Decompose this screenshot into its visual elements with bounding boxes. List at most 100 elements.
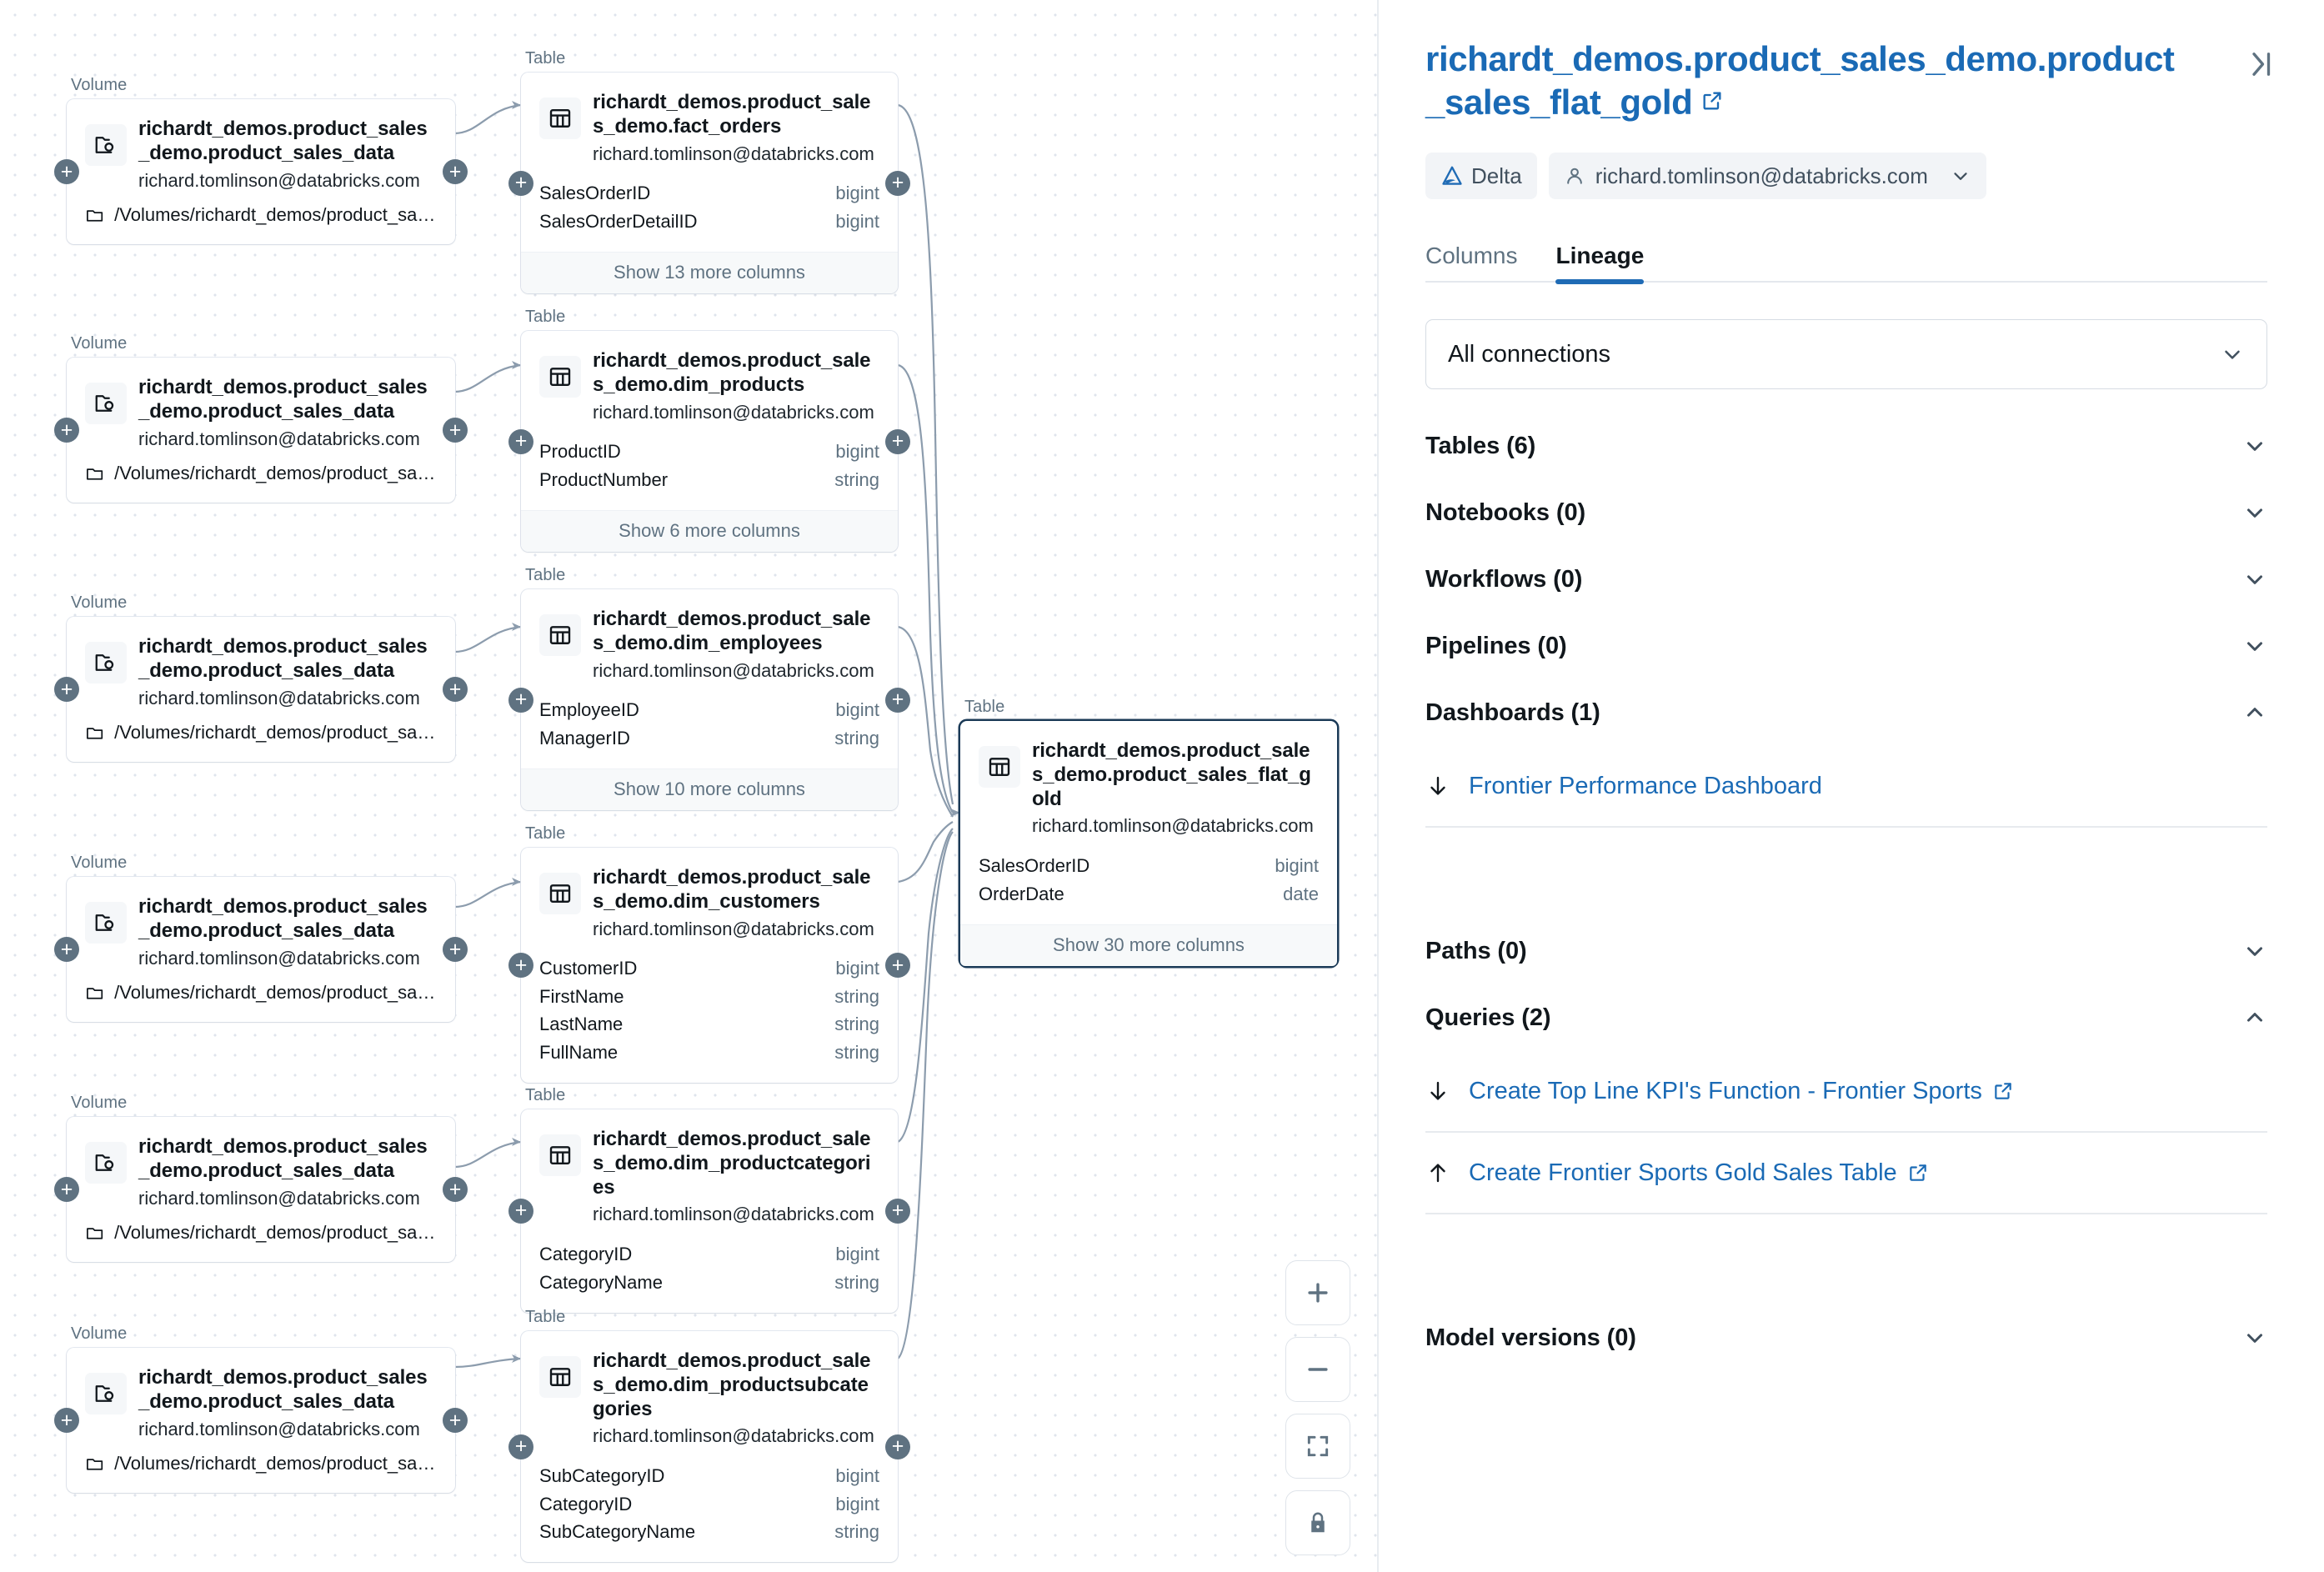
- volume-node-path: /Volumes/richardt_demos/product_sales_d.…: [67, 1448, 455, 1493]
- table-node-fact-orders[interactable]: Table + + richardt_demos.product_sales_d…: [508, 50, 910, 294]
- volume-node[interactable]: Volume + + richardt_demos.product_sales_…: [54, 1325, 468, 1494]
- query-link[interactable]: Create Frontier Sports Gold Sales Table: [1469, 1159, 1929, 1187]
- table-column-row: SalesOrderID bigint: [979, 852, 1319, 879]
- table-node-dim-employees[interactable]: Table + + richardt_demos.product_sales_d…: [508, 567, 910, 811]
- owner-badge[interactable]: richard.tomlinson@databricks.com: [1548, 153, 1986, 200]
- node-output-handle[interactable]: +: [443, 418, 468, 443]
- user-icon: [1566, 168, 1582, 184]
- lineage-canvas[interactable]: Volume + + richardt_demos.product_sales_…: [0, 0, 1379, 1572]
- table-node-card[interactable]: + + richardt_demos.product_sales_demo.di…: [508, 848, 910, 1084]
- external-link-icon[interactable]: [1700, 80, 1724, 122]
- section-label: Tables (6): [1425, 432, 1536, 459]
- selected-table-node-card[interactable]: richardt_demos.product_sales_demo.produc…: [960, 721, 1337, 966]
- table-node-dim-productcategories[interactable]: Table + + richardt_demos.product_sales_d…: [508, 1087, 910, 1313]
- node-input-handle[interactable]: +: [508, 1434, 533, 1459]
- section-model-versions[interactable]: Model versions (0): [1425, 1304, 2267, 1371]
- volume-node-card[interactable]: + + richardt_demos.product_sales_demo.pr…: [54, 99, 468, 245]
- owner-dropdown-button[interactable]: [1941, 153, 1980, 199]
- node-input-handle[interactable]: +: [508, 428, 533, 454]
- volume-node[interactable]: Volume + + richardt_demos.product_sales_…: [54, 77, 468, 245]
- volume-node[interactable]: Volume + + richardt_demos.product_sales_…: [54, 854, 468, 1023]
- node-output-handle[interactable]: +: [885, 687, 910, 713]
- node-output-handle[interactable]: +: [885, 170, 910, 196]
- zoom-out-button[interactable]: [1285, 1337, 1350, 1402]
- show-more-columns-button[interactable]: Show 30 more columns: [960, 924, 1337, 966]
- node-output-handle[interactable]: +: [443, 1177, 468, 1203]
- volume-node-card[interactable]: + + richardt_demos.product_sales_demo.pr…: [54, 617, 468, 763]
- table-node-card[interactable]: + + richardt_demos.product_sales_demo.di…: [508, 1331, 910, 1563]
- node-input-handle[interactable]: +: [508, 953, 533, 979]
- table-node-owner: richard.tomlinson@databricks.com: [593, 659, 874, 681]
- page-title[interactable]: richardt_demos.product_sales_demo.produc…: [1425, 38, 2192, 123]
- tab-columns[interactable]: Columns: [1425, 243, 1517, 283]
- fit-view-button[interactable]: [1285, 1414, 1350, 1479]
- tab-lineage[interactable]: Lineage: [1555, 243, 1644, 285]
- node-input-handle[interactable]: +: [508, 170, 533, 196]
- table-column-row: SubCategoryName string: [539, 1518, 879, 1545]
- arrow-up-icon: [1430, 1164, 1445, 1183]
- table-icon: [539, 356, 581, 398]
- details-panel: richardt_demos.product_sales_demo.produc…: [1379, 0, 2324, 1572]
- node-output-handle[interactable]: +: [885, 428, 910, 454]
- node-output-handle[interactable]: +: [885, 1434, 910, 1459]
- table-node-card[interactable]: + + richardt_demos.product_sales_demo.fa…: [508, 73, 910, 294]
- table-node-card[interactable]: + + richardt_demos.product_sales_demo.di…: [508, 1109, 910, 1313]
- volume-node-card[interactable]: + + richardt_demos.product_sales_demo.pr…: [54, 358, 468, 503]
- volume-node[interactable]: Volume + + richardt_demos.product_sales_…: [54, 593, 468, 763]
- table-node-card[interactable]: + + richardt_demos.product_sales_demo.di…: [508, 331, 910, 553]
- node-output-handle[interactable]: +: [443, 937, 468, 963]
- node-output-handle[interactable]: +: [885, 1198, 910, 1224]
- table-node-product-sales-flat-gold[interactable]: Table richardt_demos.product_sales_demo.…: [960, 698, 1337, 966]
- show-more-columns-button[interactable]: Show 10 more columns: [521, 768, 898, 811]
- node-type-label: Table: [525, 1308, 566, 1326]
- list-item[interactable]: Create Frontier Sports Gold Sales Table: [1425, 1133, 2267, 1213]
- volume-icon: [85, 1373, 127, 1414]
- section-label: Notebooks (0): [1425, 498, 1586, 526]
- list-item[interactable]: Frontier Performance Dashboard: [1425, 746, 2267, 826]
- volume-node[interactable]: Volume + + richardt_demos.product_sales_…: [54, 335, 468, 503]
- show-more-columns-button[interactable]: Show 13 more columns: [521, 252, 898, 294]
- section-tables[interactable]: Tables (6): [1425, 413, 2267, 479]
- volume-node-card[interactable]: + + richardt_demos.product_sales_demo.pr…: [54, 1348, 468, 1494]
- node-output-handle[interactable]: +: [885, 953, 910, 979]
- node-input-handle[interactable]: +: [54, 418, 79, 443]
- node-input-handle[interactable]: +: [54, 1177, 79, 1203]
- node-output-handle[interactable]: +: [443, 1408, 468, 1434]
- node-input-handle[interactable]: +: [54, 159, 79, 185]
- node-input-handle[interactable]: +: [54, 677, 79, 703]
- table-columns: CustomerID bigint FirstName string LastN…: [521, 948, 898, 1083]
- volume-node-card[interactable]: + + richardt_demos.product_sales_demo.pr…: [54, 877, 468, 1023]
- table-node-card[interactable]: + + richardt_demos.product_sales_demo.di…: [508, 589, 910, 811]
- table-node-dim-products[interactable]: Table + + richardt_demos.product_sales_d…: [508, 308, 910, 553]
- table-node-dim-customers[interactable]: Table + + richardt_demos.product_sales_d…: [508, 825, 910, 1084]
- node-input-handle[interactable]: +: [54, 1408, 79, 1434]
- query-link[interactable]: Create Top Line KPI's Function - Frontie…: [1469, 1078, 2014, 1105]
- node-input-handle[interactable]: +: [508, 1198, 533, 1224]
- list-item[interactable]: Create Top Line KPI's Function - Frontie…: [1425, 1051, 2267, 1131]
- section-workflows[interactable]: Workflows (0): [1425, 546, 2267, 613]
- node-type-label: Volume: [71, 593, 128, 612]
- zoom-in-button[interactable]: [1285, 1260, 1350, 1325]
- section-notebooks[interactable]: Notebooks (0): [1425, 479, 2267, 546]
- node-input-handle[interactable]: +: [508, 687, 533, 713]
- volume-node-card[interactable]: + + richardt_demos.product_sales_demo.pr…: [54, 1117, 468, 1263]
- section-queries[interactable]: Queries (2): [1425, 984, 2267, 1051]
- connection-filter-select[interactable]: All connections: [1425, 319, 2267, 390]
- node-input-handle[interactable]: +: [54, 937, 79, 963]
- folder-icon: [87, 1459, 103, 1470]
- dashboard-link[interactable]: Frontier Performance Dashboard: [1469, 773, 1822, 800]
- table-columns: EmployeeID bigint ManagerID string: [521, 689, 898, 768]
- node-output-handle[interactable]: +: [443, 159, 468, 185]
- show-more-columns-button[interactable]: Show 6 more columns: [521, 510, 898, 553]
- table-node-dim-productsubcategories[interactable]: Table + + richardt_demos.product_sales_d…: [508, 1308, 910, 1563]
- lock-canvas-button[interactable]: [1285, 1490, 1350, 1555]
- node-output-handle[interactable]: +: [443, 677, 468, 703]
- table-column-row: FirstName string: [539, 983, 879, 1010]
- section-pipelines[interactable]: Pipelines (0): [1425, 613, 2267, 679]
- section-paths[interactable]: Paths (0): [1425, 918, 2267, 984]
- table-column-row: SalesOrderDetailID bigint: [539, 208, 879, 235]
- collapse-panel-button[interactable]: [2242, 47, 2277, 86]
- volume-node[interactable]: Volume + + richardt_demos.product_sales_…: [54, 1094, 468, 1263]
- section-dashboards[interactable]: Dashboards (1): [1425, 679, 2267, 746]
